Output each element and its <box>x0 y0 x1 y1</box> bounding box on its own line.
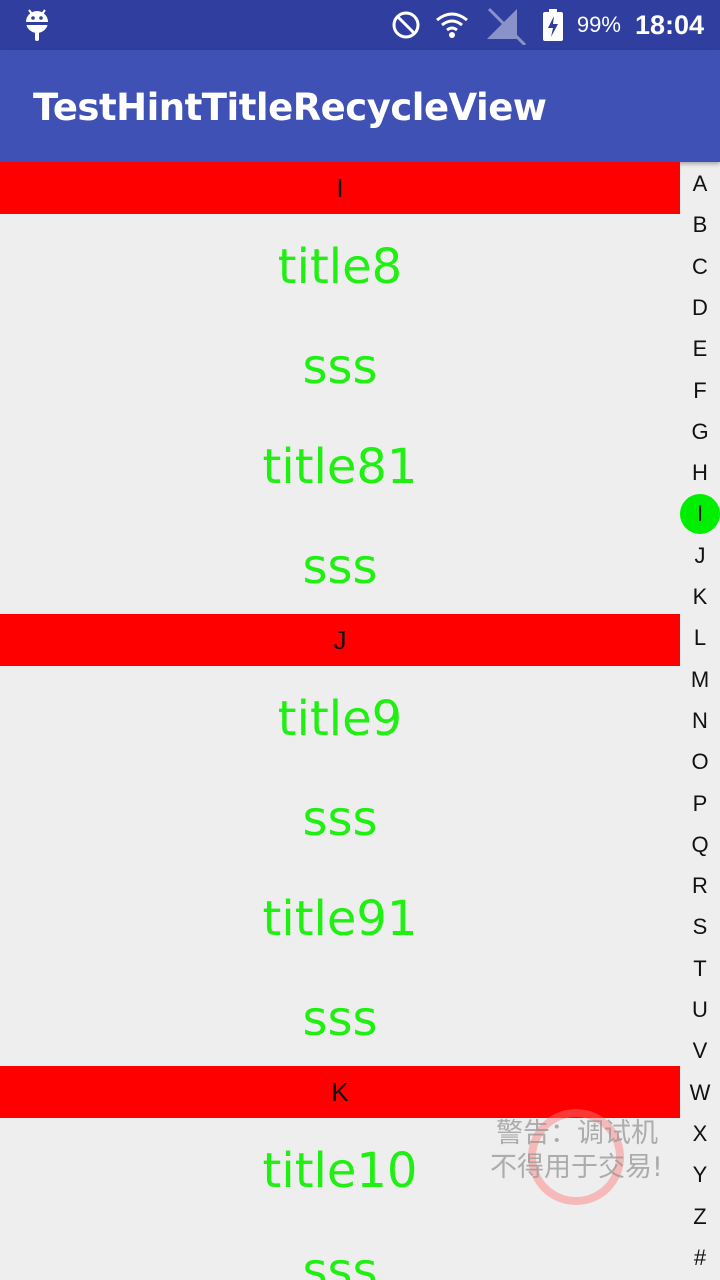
app-toolbar: TestHintTitleRecycleView <box>0 50 720 162</box>
do-not-disturb-icon <box>392 11 420 39</box>
index-letter-r[interactable]: R <box>680 865 720 907</box>
list-item[interactable]: sss <box>0 766 680 866</box>
list-item[interactable]: sss <box>0 514 680 614</box>
section-header-k: K <box>0 1066 680 1118</box>
index-letter-u[interactable]: U <box>680 989 720 1031</box>
index-letter-w[interactable]: W <box>680 1072 720 1114</box>
index-letter-x[interactable]: X <box>680 1113 720 1155</box>
index-letter-l[interactable]: L <box>680 617 720 659</box>
index-letter-m[interactable]: M <box>680 659 720 701</box>
list-item[interactable]: title91 <box>0 866 680 966</box>
list-item[interactable]: title9 <box>0 666 680 766</box>
index-letter-z[interactable]: Z <box>680 1196 720 1238</box>
alphabet-index-bar[interactable]: A B C D E F G H I J K L M N O P Q R S T U V W X Y Z # <box>680 162 720 1280</box>
list-item[interactable]: title10 <box>0 1118 680 1218</box>
index-letter-n[interactable]: N <box>680 700 720 742</box>
index-letter-hash[interactable]: # <box>680 1237 720 1279</box>
index-letter-c[interactable]: C <box>680 246 720 288</box>
index-letter-s[interactable]: S <box>680 906 720 948</box>
no-signal-icon <box>486 7 526 45</box>
list-item[interactable]: sss <box>0 314 680 414</box>
index-letter-g[interactable]: G <box>680 411 720 453</box>
index-letter-a[interactable]: A <box>680 163 720 205</box>
index-letter-q[interactable]: Q <box>680 824 720 866</box>
index-letter-e[interactable]: E <box>680 328 720 370</box>
index-letter-b[interactable]: B <box>680 204 720 246</box>
toolbar-title: TestHintTitleRecycleView <box>33 86 547 129</box>
list-item[interactable]: sss <box>0 1218 680 1280</box>
section-header-i: I <box>0 162 680 214</box>
battery-charging-icon <box>542 9 563 41</box>
index-letter-p[interactable]: P <box>680 783 720 825</box>
clock-time: 18:04 <box>634 9 704 40</box>
index-letter-v[interactable]: V <box>680 1030 720 1072</box>
recycler-list[interactable]: I title8 sss title81 sss J title9 sss ti… <box>0 162 680 1280</box>
index-letter-d[interactable]: D <box>680 287 720 329</box>
index-letter-t[interactable]: T <box>680 948 720 990</box>
index-letter-h[interactable]: H <box>680 452 720 494</box>
index-letter-o[interactable]: O <box>680 741 720 783</box>
index-letter-k[interactable]: K <box>680 576 720 618</box>
wifi-icon <box>435 12 468 38</box>
list-item[interactable]: sss <box>0 966 680 1066</box>
list-item[interactable]: title8 <box>0 214 680 314</box>
index-letter-i[interactable]: I <box>680 493 720 535</box>
index-letter-j[interactable]: J <box>680 535 720 577</box>
android-icon <box>26 9 48 41</box>
section-header-j: J <box>0 614 680 666</box>
index-letter-y[interactable]: Y <box>680 1154 720 1196</box>
list-item[interactable]: title81 <box>0 414 680 514</box>
index-letter-f[interactable]: F <box>680 370 720 412</box>
status-bar: 99% 18:04 <box>0 0 720 50</box>
battery-percent: 99% <box>576 12 621 37</box>
